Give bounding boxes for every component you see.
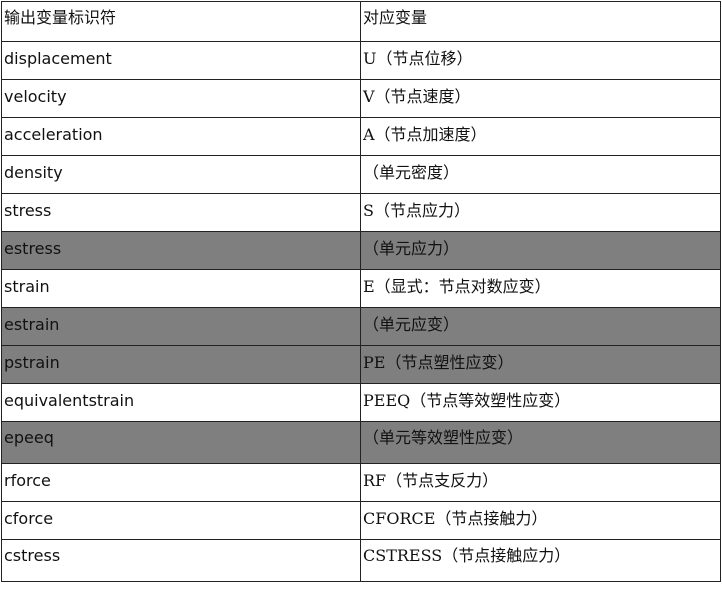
row-identifier: velocity xyxy=(1,79,361,118)
table-row: estress （单元应力） xyxy=(1,231,721,270)
header-identifier: 输出变量标识符 xyxy=(1,1,361,42)
row-variable: PE（节点塑性应变） xyxy=(360,345,721,384)
row-variable: （单元应力） xyxy=(360,231,721,270)
row-identifier: rforce xyxy=(1,463,361,502)
table-row: cforce CFORCE（节点接触力） xyxy=(1,501,721,540)
header-variable: 对应变量 xyxy=(360,1,721,42)
row-identifier: displacement xyxy=(1,41,361,80)
row-variable: （单元等效塑性应变） xyxy=(360,421,721,464)
table-row: equivalentstrain PEEQ（节点等效塑性应变） xyxy=(1,383,721,422)
table-row: cstress CSTRESS（节点接触应力） xyxy=(1,539,721,582)
row-identifier: pstrain xyxy=(1,345,361,384)
row-variable: E（显式：节点对数应变） xyxy=(360,269,721,308)
row-variable: V（节点速度） xyxy=(360,79,721,118)
row-identifier: cforce xyxy=(1,501,361,540)
table-row: acceleration A（节点加速度） xyxy=(1,117,721,156)
table-row: estrain （单元应变） xyxy=(1,307,721,346)
row-identifier: stress xyxy=(1,193,361,232)
table-row: strain E（显式：节点对数应变） xyxy=(1,269,721,308)
row-identifier: epeeq xyxy=(1,421,361,464)
row-variable: S（节点应力） xyxy=(360,193,721,232)
row-identifier: estrain xyxy=(1,307,361,346)
row-variable: CSTRESS（节点接触应力） xyxy=(360,539,721,582)
table-row: stress S（节点应力） xyxy=(1,193,721,232)
table-row: displacement U（节点位移） xyxy=(1,41,721,80)
row-variable: RF（节点支反力） xyxy=(360,463,721,502)
row-variable: U（节点位移） xyxy=(360,41,721,80)
row-identifier: density xyxy=(1,155,361,194)
row-identifier: equivalentstrain xyxy=(1,383,361,422)
table-row: density （单元密度） xyxy=(1,155,721,194)
table-row: pstrain PE（节点塑性应变） xyxy=(1,345,721,384)
row-variable: PEEQ（节点等效塑性应变） xyxy=(360,383,721,422)
table-header-row: 输出变量标识符 对应变量 xyxy=(1,1,721,42)
row-identifier: cstress xyxy=(1,539,361,582)
row-variable: A（节点加速度） xyxy=(360,117,721,156)
row-variable: （单元应变） xyxy=(360,307,721,346)
row-identifier: estress xyxy=(1,231,361,270)
table-row: velocity V（节点速度） xyxy=(1,79,721,118)
row-variable: （单元密度） xyxy=(360,155,721,194)
row-identifier: strain xyxy=(1,269,361,308)
table-row: rforce RF（节点支反力） xyxy=(1,463,721,502)
output-variable-table: 输出变量标识符 对应变量 displacement U（节点位移） veloci… xyxy=(1,1,721,582)
table-row: epeeq （单元等效塑性应变） xyxy=(1,421,721,464)
row-identifier: acceleration xyxy=(1,117,361,156)
row-variable: CFORCE（节点接触力） xyxy=(360,501,721,540)
